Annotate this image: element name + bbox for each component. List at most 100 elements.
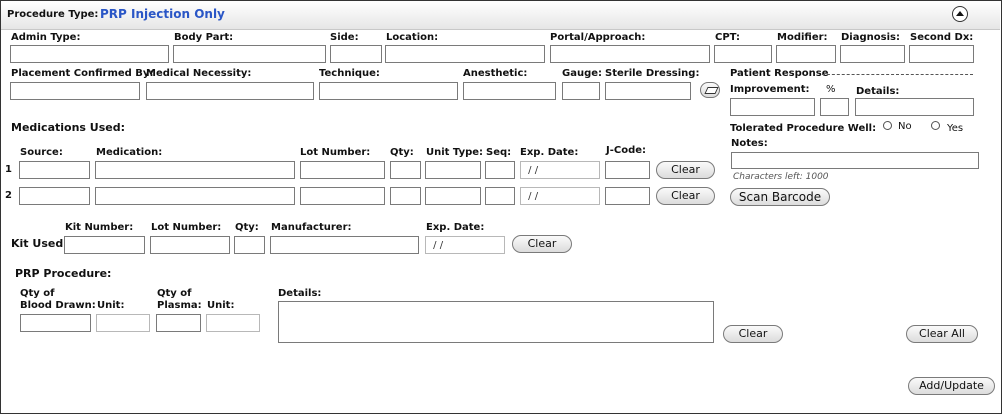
diagnosis-label: Diagnosis: — [841, 32, 900, 43]
cpt-label: CPT: — [715, 32, 740, 43]
side-input[interactable] — [330, 45, 382, 63]
prp-details-label: Details: — [278, 288, 322, 299]
clear-all-button[interactable]: Clear All — [906, 325, 978, 343]
qty-blood-drawn-input[interactable] — [20, 314, 91, 332]
kit-used-label: Kit Used: — [11, 237, 68, 250]
patient-response-title: Patient Response — [730, 68, 829, 79]
chevron-up-circle-icon[interactable] — [952, 6, 968, 22]
seq-label: Seq: — [486, 147, 512, 158]
add-update-button[interactable]: Add/Update — [908, 377, 995, 395]
med-qty-label: Qty: — [390, 147, 414, 158]
percent-input[interactable] — [820, 98, 849, 116]
plasma-unit-label: Unit: — [207, 300, 235, 311]
second-dx-label: Second Dx: — [910, 32, 974, 43]
location-label: Location: — [386, 32, 439, 43]
modifier-input[interactable] — [776, 45, 836, 63]
unit-type-label: Unit Type: — [426, 147, 484, 158]
patient-response-divider — [822, 74, 973, 75]
blood-unit-input[interactable] — [96, 314, 150, 332]
qty-plasma-label-line2: Plasma: — [157, 300, 202, 311]
qty-blood-label-line1: Qty of — [20, 288, 55, 299]
med-exp-date-input[interactable] — [520, 161, 600, 179]
anesthetic-input[interactable] — [463, 82, 556, 100]
source-input[interactable] — [19, 161, 90, 179]
procedure-type-value: PRP Injection Only — [100, 7, 225, 21]
kit-lot-number-label: Lot Number: — [151, 222, 222, 233]
med-lot-number-label: Lot Number: — [300, 147, 371, 158]
cpt-input[interactable] — [714, 45, 772, 63]
medical-necessity-label: Medical Necessity: — [146, 68, 252, 79]
gauge-input[interactable] — [562, 82, 600, 100]
manufacturer-label: Manufacturer: — [271, 222, 352, 233]
percent-label: % — [826, 84, 836, 95]
medication-input[interactable] — [95, 187, 295, 205]
med-exp-date-input[interactable] — [520, 187, 600, 205]
placement-confirmed-label: Placement Confirmed By: — [11, 68, 154, 79]
unit-type-input[interactable] — [425, 161, 481, 179]
j-code-input[interactable] — [605, 161, 650, 179]
technique-input[interactable] — [319, 82, 458, 100]
modifier-label: Modifier: — [777, 32, 828, 43]
admin-type-input[interactable] — [10, 45, 169, 63]
plasma-unit-input[interactable] — [206, 314, 260, 332]
scan-barcode-button[interactable]: Scan Barcode — [730, 188, 830, 206]
eraser-icon[interactable] — [700, 82, 720, 98]
med-lot-number-input[interactable] — [300, 161, 385, 179]
anesthetic-label: Anesthetic: — [463, 68, 528, 79]
portal-approach-label: Portal/Approach: — [550, 32, 646, 43]
tolerated-yes-radio[interactable] — [931, 121, 940, 130]
tolerated-no-label: No — [898, 121, 912, 132]
gauge-label: Gauge: — [562, 68, 603, 79]
med-row-number: 1 — [5, 164, 12, 175]
med-qty-input[interactable] — [390, 161, 421, 179]
medication-label: Medication: — [96, 147, 163, 158]
sterile-dressing-label: Sterile Dressing: — [605, 68, 700, 79]
response-details-input[interactable] — [855, 98, 974, 116]
prp-details-textarea[interactable] — [278, 301, 714, 343]
medication-input[interactable] — [95, 161, 295, 179]
kit-lot-number-input[interactable] — [150, 236, 230, 254]
improvement-input[interactable] — [730, 98, 815, 116]
body-part-label: Body Part: — [174, 32, 234, 43]
kit-qty-label: Qty: — [235, 222, 259, 233]
qty-plasma-label-line1: Qty of — [157, 288, 192, 299]
location-input[interactable] — [385, 45, 545, 63]
qty-blood-label-line2: Blood Drawn: — [20, 300, 96, 311]
tolerated-no-radio[interactable] — [883, 121, 892, 130]
med-qty-input[interactable] — [390, 187, 421, 205]
kit-number-input[interactable] — [64, 236, 145, 254]
prp-procedure-title: PRP Procedure: — [15, 267, 112, 280]
med-lot-number-input[interactable] — [300, 187, 385, 205]
sterile-dressing-input[interactable] — [605, 82, 691, 100]
med-row-clear-button[interactable]: Clear — [656, 161, 715, 179]
med-row-number: 2 — [5, 190, 12, 201]
kit-qty-input[interactable] — [234, 236, 265, 254]
notes-input[interactable] — [731, 152, 979, 169]
improvement-label: Improvement: — [730, 84, 810, 95]
seq-input[interactable] — [485, 161, 515, 179]
second-dx-input[interactable] — [909, 45, 974, 63]
portal-approach-input[interactable] — [550, 45, 710, 63]
manufacturer-input[interactable] — [270, 236, 419, 254]
procedure-header: Procedure Type: PRP Injection Only — [1, 1, 1000, 30]
tolerated-yes-label: Yes — [947, 123, 964, 134]
med-row-clear-button[interactable]: Clear — [656, 187, 715, 205]
diagnosis-input[interactable] — [840, 45, 905, 63]
body-part-input[interactable] — [173, 45, 326, 63]
source-input[interactable] — [19, 187, 90, 205]
kit-clear-button[interactable]: Clear — [512, 235, 572, 253]
unit-type-input[interactable] — [425, 187, 481, 205]
prp-clear-button[interactable]: Clear — [723, 325, 783, 343]
side-label: Side: — [330, 32, 359, 43]
medications-used-title: Medications Used: — [11, 121, 126, 134]
tolerated-label: Tolerated Procedure Well: — [730, 123, 877, 134]
seq-input[interactable] — [485, 187, 515, 205]
technique-label: Technique: — [319, 68, 380, 79]
medical-necessity-input[interactable] — [146, 82, 314, 100]
kit-exp-date-input[interactable] — [425, 236, 505, 254]
j-code-input[interactable] — [605, 187, 650, 205]
notes-label: Notes: — [731, 138, 768, 149]
placement-confirmed-input[interactable] — [10, 82, 140, 100]
qty-plasma-input[interactable] — [156, 314, 201, 332]
kit-exp-date-label: Exp. Date: — [426, 222, 485, 233]
